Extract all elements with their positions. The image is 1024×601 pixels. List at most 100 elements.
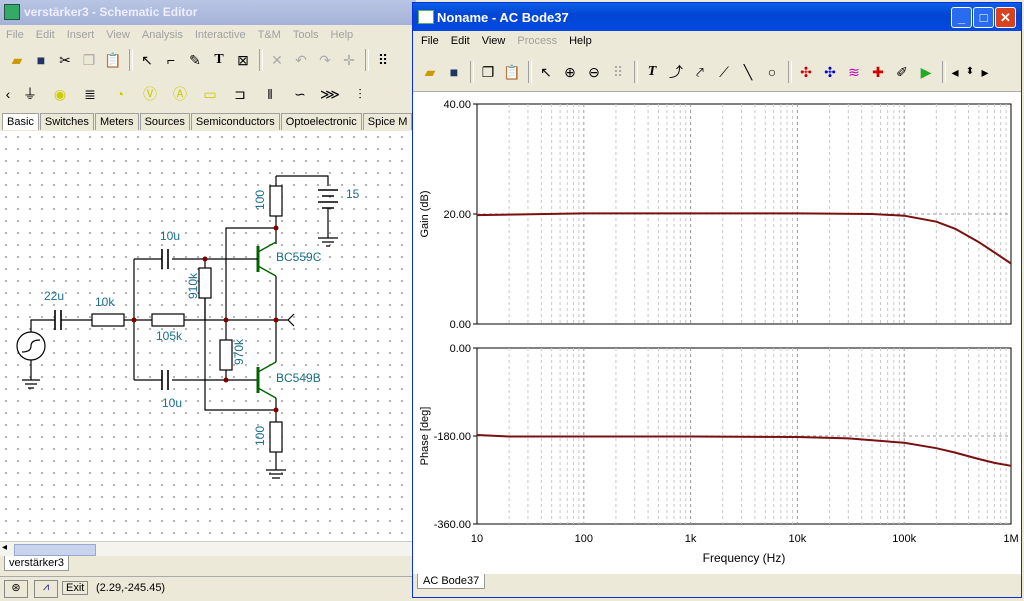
label-r970k: 970k [232,338,247,366]
menu-analysis[interactable]: Analysis [136,26,189,44]
add-marker-icon[interactable]: ✚ [867,61,889,83]
tab-spice[interactable]: Spice M [362,113,413,130]
eyedropper-icon[interactable]: ✐ [891,61,913,83]
menu-interactive[interactable]: Interactive [189,26,252,44]
copy-icon[interactable]: ❐ [477,61,499,83]
minimize-button[interactable]: _ [951,7,972,28]
app-icon [4,4,20,20]
text-icon[interactable]: T [208,49,230,71]
bode-menu-file[interactable]: File [415,32,445,50]
multi-curve-icon[interactable]: ≋ [843,61,865,83]
capacitor-icon[interactable]: ‖ [256,80,284,108]
save-icon[interactable]: ■ [443,61,465,83]
plot-area[interactable]: 40.00 20.00 0.00 Gain (dB) 0.00 -180.00 -360.0… [413,91,1021,574]
tab-meters[interactable]: Meters [94,113,139,130]
menu-tm[interactable]: T&M [252,26,287,44]
formula-icon[interactable]: ⊠ [232,49,254,71]
cursor-b-icon[interactable]: ✣ [819,61,841,83]
tab-semiconductors[interactable]: Semiconductors [190,113,280,130]
voltmeter-icon[interactable]: Ⓥ [136,80,164,108]
schematic-hscrollbar[interactable]: ◂ [0,541,416,556]
schematic-titlebar[interactable]: verstärker3 - Schematic Editor [0,0,416,25]
zoom-in-icon[interactable]: ⊕ [559,61,581,83]
label-r910: 910k [186,272,201,300]
save-icon[interactable]: ■ [30,49,52,71]
x-tick-label: 100k [892,533,916,545]
battery-icon[interactable]: ◉ [46,80,74,108]
x-tick-label: 1k [685,533,697,545]
bode-toolbar: ▰ ■ ❐ 📋 ↖ ⊕ ⊖ ⠿ T ⤴ ⤤ ⟋ ╲ ○ ✣ ✣ ≋ ✚ ✐ ▶ … [419,60,993,84]
delete-icon[interactable]: ✕ [266,49,288,71]
open-icon[interactable]: ▰ [6,49,28,71]
transformer-icon[interactable]: ⋙ [316,80,344,108]
tab-optoelectronic[interactable]: Optoelectronic [280,113,362,130]
bode-title: Noname - AC Bode37 [437,10,569,25]
sheet-tab[interactable]: verstärker3 [4,556,70,571]
cursor-a-icon[interactable]: ✣ [795,61,817,83]
label-c2: 10u [162,396,183,410]
step-updown-icon[interactable]: ⬍ [963,61,977,83]
run-icon[interactable]: ▶ [915,61,937,83]
scroll-left-icon[interactable]: ‹ [2,83,14,105]
x-tick-label: 100 [575,533,593,545]
open-icon[interactable]: ▰ [419,61,441,83]
select-icon[interactable]: ↖ [136,49,158,71]
gain-ylabel: Gain (dB) [419,190,431,237]
menu-help[interactable]: Help [325,26,360,44]
paste-icon[interactable]: 📋 [501,61,523,83]
bode-app-icon [418,10,434,24]
exit-button[interactable]: Exit [62,581,89,595]
bode-bottom-tab[interactable]: AC Bode37 [417,574,486,589]
scroll-left-arrow-icon[interactable]: ◂ [2,542,7,553]
circle-icon[interactable]: ○ [761,61,783,83]
bode-titlebar[interactable]: Noname - AC Bode37 _ □ ✕ [413,3,1021,31]
switch-icon[interactable]: ⫶ [346,80,374,108]
copy-icon[interactable]: ❐ [78,49,100,71]
bode-menu-help[interactable]: Help [563,32,598,50]
meter-icon[interactable]: ◔ [106,80,134,108]
curve-formula-icon[interactable]: ⟋ [713,61,735,83]
zoom-out-icon[interactable]: ⊖ [583,61,605,83]
status-icon-1[interactable]: ⊛ [4,580,28,598]
tab-sources[interactable]: Sources [139,113,190,130]
pencil-icon[interactable]: ✎ [184,49,206,71]
label-r10k: 10k [95,295,115,309]
bode-menu-edit[interactable]: Edit [445,32,476,50]
wire-icon[interactable]: ⌐ [160,49,182,71]
voltage-source-icon[interactable]: ≣ [76,80,104,108]
curve-edit-icon[interactable]: ⤤ [689,61,711,83]
junction-icon[interactable]: ✛ [338,49,360,71]
menu-view[interactable]: View [100,26,136,44]
menu-tools[interactable]: Tools [287,26,325,44]
menu-file[interactable]: File [0,26,30,44]
tab-switches[interactable]: Switches [39,113,94,130]
undo-icon[interactable]: ↶ [290,49,312,71]
bode-menu-view[interactable]: View [476,32,512,50]
select-icon[interactable]: ↖ [535,61,557,83]
maximize-button[interactable]: □ [973,7,994,28]
schematic-canvas[interactable]: 100 15 10u BC559C 910k 22u 10k 105k 970k… [0,131,416,541]
resistor-icon[interactable]: ▭ [196,80,224,108]
line-icon[interactable]: ╲ [737,61,759,83]
redo-icon[interactable]: ↷ [314,49,336,71]
inductor-icon[interactable]: ∽ [286,80,314,108]
grid-icon[interactable]: ⠿ [607,61,629,83]
ground-icon[interactable]: ⏚ [16,80,44,108]
step-left-icon[interactable]: ◂ [949,61,961,83]
menu-insert[interactable]: Insert [61,26,101,44]
ammeter-icon[interactable]: Ⓐ [166,80,194,108]
close-button[interactable]: ✕ [995,7,1016,28]
coords-readout: (2.29,-245.45) [96,582,166,594]
scroll-thumb[interactable] [14,544,96,556]
curve-label-icon[interactable]: ⤴ [665,61,687,83]
tab-basic[interactable]: Basic [2,113,39,130]
text-icon[interactable]: T [641,61,663,83]
status-icon-2[interactable]: ⩘ [34,580,58,598]
bode-menu-process[interactable]: Process [511,32,563,50]
potentiometer-icon[interactable]: ⊐ [226,80,254,108]
menu-edit[interactable]: Edit [30,26,61,44]
cut-icon[interactable]: ✂ [54,49,76,71]
step-right-icon[interactable]: ▸ [979,61,991,83]
grid-icon[interactable]: ⠿ [372,49,394,71]
paste-icon[interactable]: 📋 [102,49,124,71]
